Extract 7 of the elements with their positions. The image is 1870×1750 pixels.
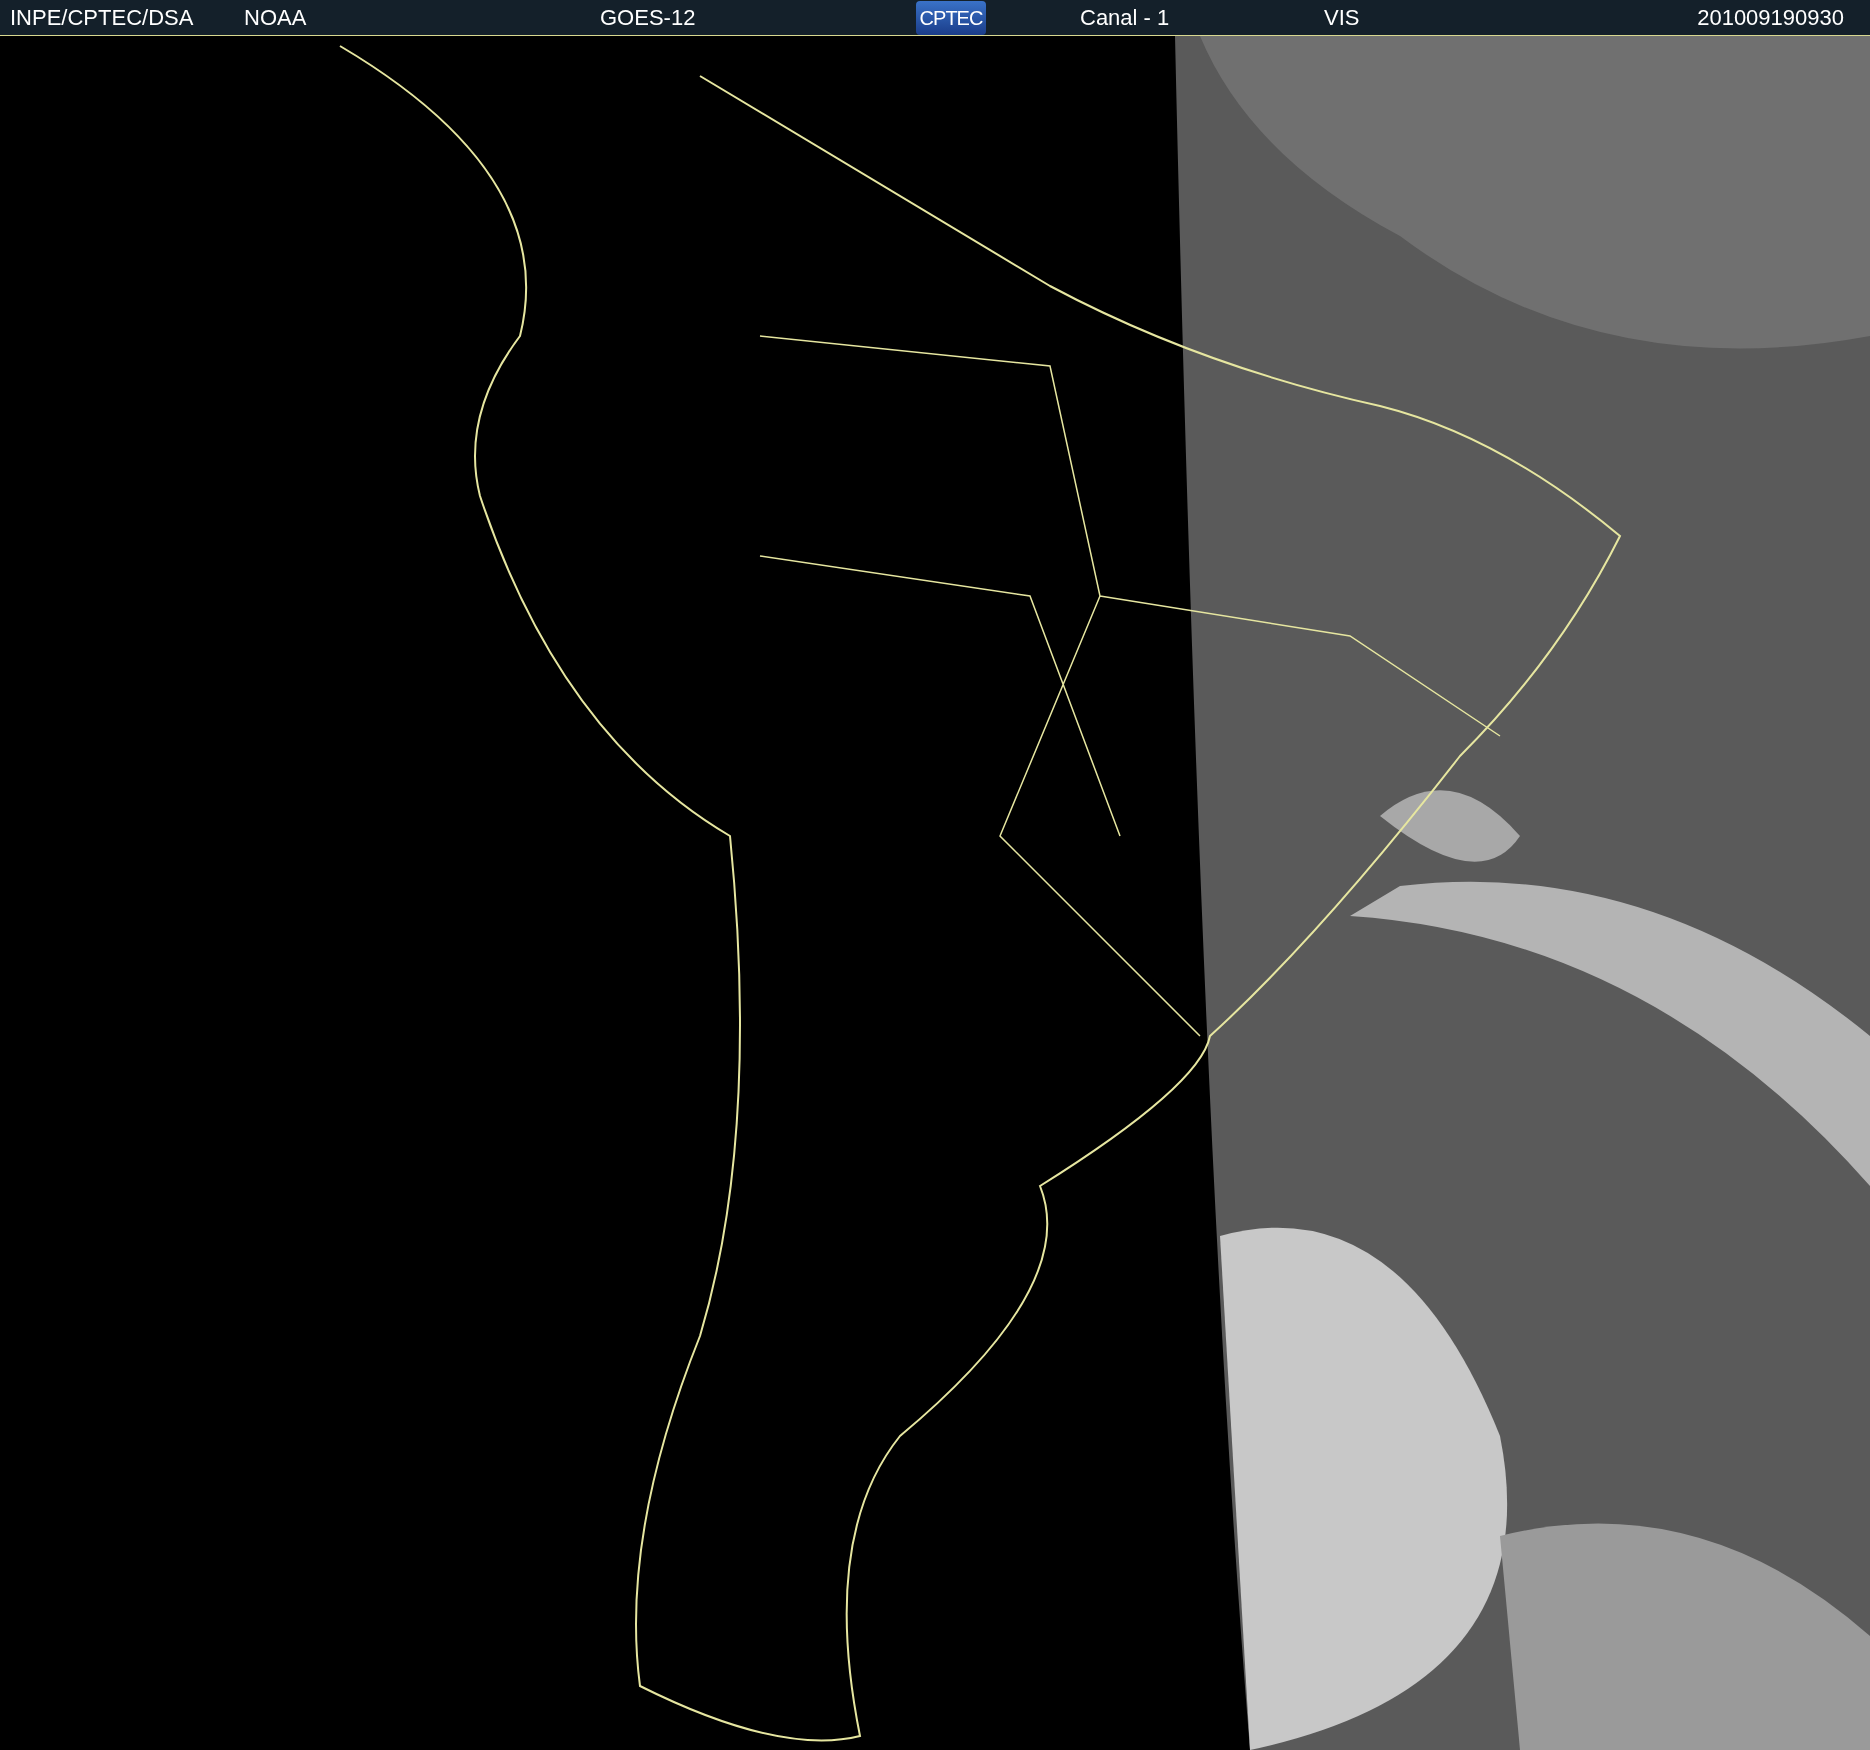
satellite-label: GOES-12 xyxy=(600,4,697,32)
channel-label: Canal - 1 xyxy=(1080,4,1171,32)
agency-label: NOAA xyxy=(244,4,308,32)
logo-badge: CPTEC xyxy=(916,0,986,35)
source-label: INPE/CPTEC/DSA xyxy=(10,4,195,32)
band-label: VIS xyxy=(1324,4,1360,32)
timestamp-label: 201009190930 xyxy=(1697,4,1844,32)
